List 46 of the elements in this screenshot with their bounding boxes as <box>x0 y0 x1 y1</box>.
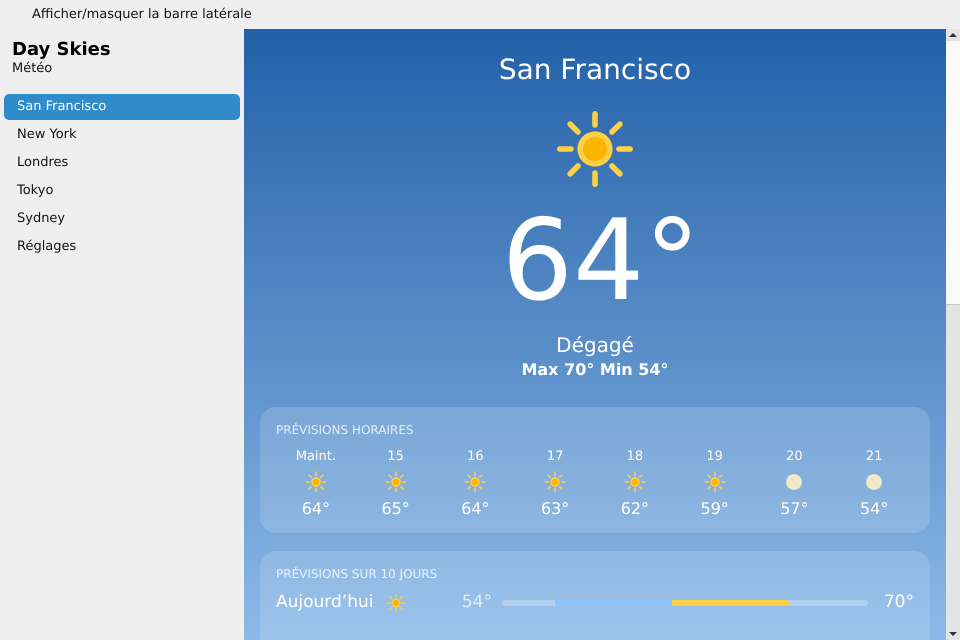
sun-icon <box>544 471 566 493</box>
hour-label: Maint. <box>296 449 336 465</box>
sun-icon <box>464 471 486 493</box>
hour-temperature: 62° <box>620 499 650 519</box>
sidebar-item[interactable]: Sydney <box>4 206 240 232</box>
sidebar-item[interactable]: San Francisco <box>4 94 240 120</box>
sidebar-toggle-button[interactable]: Afficher/masquer la barre latérale <box>32 4 252 24</box>
card-heading: PRÉVISIONS SUR 10 JOURS <box>276 567 438 581</box>
moon-icon <box>865 473 884 491</box>
high-temperature: 70° <box>882 591 914 614</box>
app-title: Day Skies <box>12 39 112 61</box>
hour-temperature: 59° <box>700 499 729 519</box>
hour-label: 21 <box>866 449 882 465</box>
hour-label: 16 <box>467 449 484 465</box>
hour-temperature: 57° <box>780 499 809 519</box>
sun-icon <box>704 471 726 493</box>
day-name: Aujourd’hui <box>276 591 374 614</box>
app-subtitle: Météo <box>12 61 54 77</box>
hour-label: 17 <box>546 449 564 465</box>
scrollbar-thumb[interactable] <box>946 41 960 305</box>
moon-icon <box>785 473 804 491</box>
sidebar-item[interactable]: Réglages <box>4 234 240 260</box>
scrollbar[interactable] <box>946 29 960 640</box>
hour-label: 15 <box>387 449 404 465</box>
sun-icon <box>386 593 406 613</box>
sun-icon <box>304 471 327 493</box>
hour-temperature: 65° <box>381 499 410 519</box>
hour-temperature: 63° <box>540 499 570 519</box>
hour-temperature: 64° <box>461 499 490 519</box>
sun-icon <box>555 109 635 189</box>
sun-icon <box>384 471 407 493</box>
hour-label: 20 <box>786 449 803 465</box>
sun-icon <box>624 471 646 493</box>
hour-label: 18 <box>626 449 644 465</box>
hour-temperature: 64° <box>302 499 330 519</box>
low-temperature: 54° <box>460 591 492 614</box>
city-name: San Francisco <box>498 53 692 87</box>
high-low-text: Max 70° Min 54° <box>521 360 669 380</box>
hour-temperature: 54° <box>860 499 888 519</box>
sidebar-item[interactable]: Tokyo <box>4 178 240 204</box>
sidebar-item[interactable]: New York <box>4 122 240 148</box>
card-heading: PRÉVISIONS HORAIRES <box>276 423 415 437</box>
hour-label: 19 <box>706 449 723 465</box>
current-temperature: 64° <box>500 205 700 317</box>
sidebar-item[interactable]: Londres <box>4 150 240 176</box>
condition-text: Dégagé <box>556 333 634 357</box>
